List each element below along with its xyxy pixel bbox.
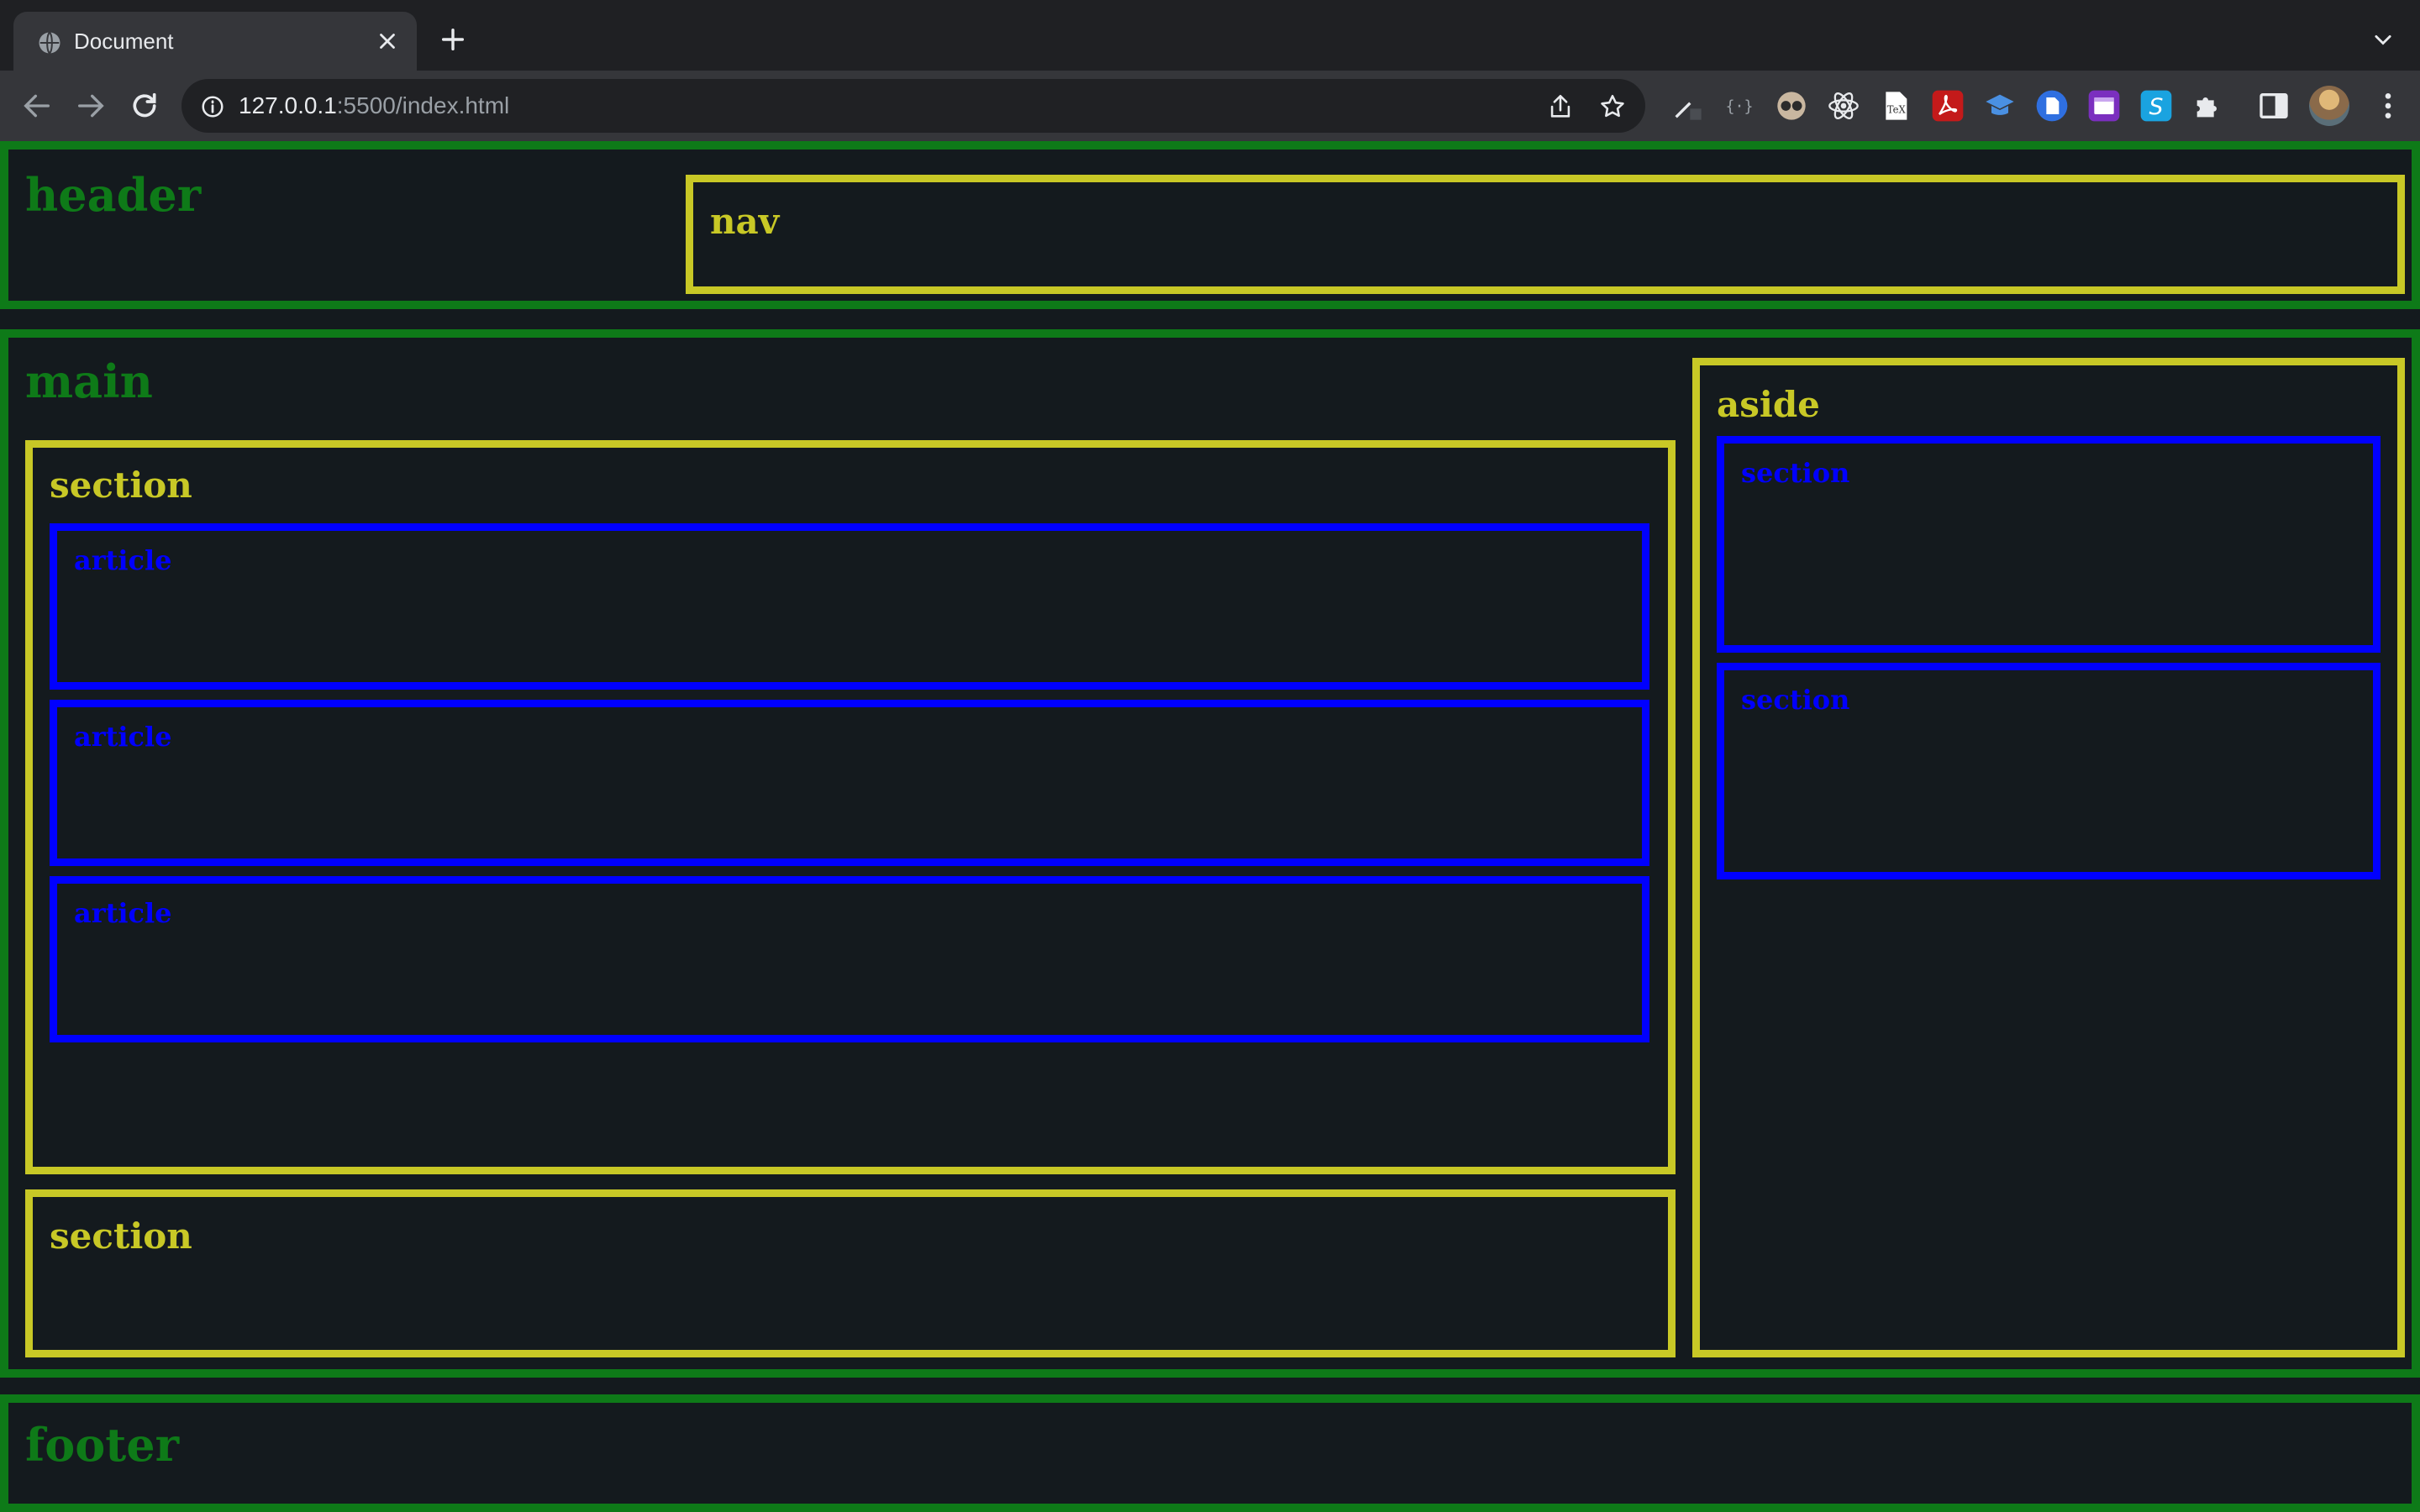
puzzle-extensions-icon[interactable] [2191, 89, 2225, 123]
svg-text:S: S [2149, 94, 2164, 120]
close-icon[interactable] [375, 29, 400, 54]
url-path: :5500/index.html [336, 92, 510, 118]
section-box: section article article article [25, 440, 1676, 1174]
kebab-menu-icon[interactable] [2371, 89, 2405, 123]
reload-icon[interactable] [128, 89, 161, 123]
footer-box: footer [0, 1394, 2420, 1512]
article-box: article [50, 523, 1649, 690]
glasses-extension-icon[interactable] [1775, 89, 1808, 123]
tex-extension-icon[interactable]: TeX [1879, 89, 1912, 123]
tab-strip: Document [0, 0, 2420, 71]
forward-arrow-icon[interactable] [74, 89, 108, 123]
plus-icon[interactable] [439, 25, 467, 54]
header-label: header [25, 168, 202, 222]
footer-label: footer [25, 1418, 180, 1472]
profile-avatar[interactable] [2309, 86, 2349, 126]
s-extension-icon[interactable]: S [2139, 89, 2173, 123]
header-box: header nav [0, 141, 2420, 309]
share-icon[interactable] [1546, 92, 1575, 121]
globe-icon [39, 31, 60, 55]
aside-section-box: section [1717, 436, 2381, 653]
main-box: main section article article article sec… [0, 329, 2420, 1378]
react-devtools-extension-icon[interactable] [1827, 89, 1860, 123]
article-label: article [74, 897, 172, 929]
url-host: 127.0.0.1 [239, 92, 337, 118]
aside-section-label: section [1741, 457, 1850, 489]
section-box: section [25, 1189, 1676, 1357]
section-label: section [50, 1215, 192, 1257]
article-label: article [74, 721, 172, 753]
json-formatter-extension-icon[interactable]: {·} [1723, 89, 1756, 123]
article-label: article [74, 544, 172, 576]
page-viewport: header nav main section article article … [0, 141, 2420, 1512]
svg-text:TeX: TeX [1887, 103, 1907, 115]
tab-title: Document [74, 29, 174, 54]
url-text[interactable]: 127.0.0.1:5500/index.html [239, 91, 509, 121]
article-box: article [50, 876, 1649, 1042]
nav-box: nav [686, 175, 2405, 294]
window-extension-icon[interactable] [2087, 89, 2121, 123]
aside-label: aside [1717, 384, 1820, 425]
acrobat-extension-icon[interactable] [1931, 89, 1965, 123]
main-label: main [25, 354, 153, 408]
chevron-down-icon[interactable] [2371, 29, 2395, 52]
aside-box: aside section section [1692, 358, 2405, 1357]
back-arrow-icon[interactable] [20, 89, 54, 123]
graduation-cap-extension-icon[interactable] [1983, 89, 2017, 123]
info-icon[interactable] [200, 94, 225, 119]
nav-label: nav [710, 201, 780, 242]
browser-tab[interactable]: Document [13, 12, 417, 71]
side-panel-icon[interactable] [2257, 89, 2291, 123]
article-box: article [50, 700, 1649, 866]
svg-text:{·}: {·} [1725, 98, 1753, 116]
document-extension-icon[interactable] [2035, 89, 2069, 123]
aside-section-label: section [1741, 684, 1850, 716]
eyedropper-extension-icon[interactable] [1670, 89, 1704, 123]
aside-section-box: section [1717, 663, 2381, 879]
address-bar[interactable]: 127.0.0.1:5500/index.html [182, 79, 1645, 133]
section-label: section [50, 465, 192, 506]
browser-toolbar: 127.0.0.1:5500/index.html {·} TeX S [0, 71, 2420, 141]
star-icon[interactable] [1598, 92, 1627, 121]
